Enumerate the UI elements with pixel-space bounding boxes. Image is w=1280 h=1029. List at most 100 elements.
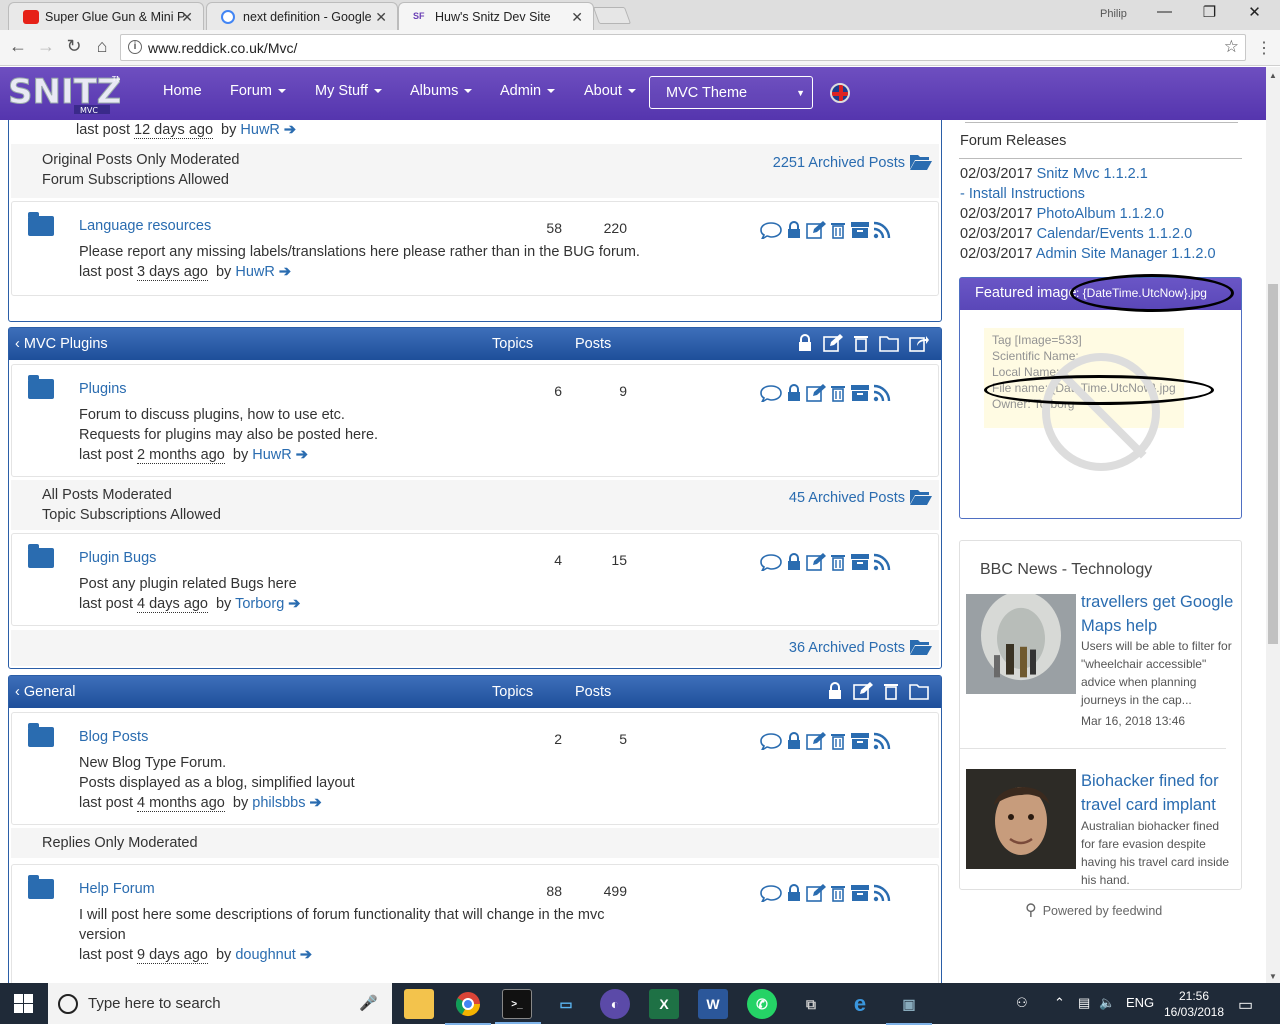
lock-icon[interactable] bbox=[797, 334, 813, 356]
lock-icon[interactable] bbox=[786, 732, 802, 750]
edit-icon[interactable] bbox=[805, 732, 826, 750]
forum-name[interactable]: Language resources bbox=[79, 218, 211, 234]
archive-icon[interactable] bbox=[850, 384, 870, 402]
edit-icon[interactable] bbox=[805, 553, 826, 571]
powered-by[interactable]: ⚲ Powered by feedwind bbox=[1025, 900, 1162, 920]
edit-icon[interactable] bbox=[805, 384, 826, 402]
edit-icon[interactable] bbox=[853, 682, 873, 704]
lock-icon[interactable] bbox=[827, 682, 843, 704]
archive-icon[interactable] bbox=[850, 221, 870, 239]
tab-snitz[interactable]: SF Huw's Snitz Dev Site ✕ bbox=[398, 2, 594, 31]
news-thumbnail[interactable] bbox=[966, 594, 1076, 694]
arrow-right-icon[interactable]: ➔ bbox=[284, 122, 296, 138]
reload-icon[interactable]: ↻ bbox=[62, 36, 86, 57]
lock-icon[interactable] bbox=[786, 384, 802, 402]
news-thumbnail[interactable] bbox=[966, 769, 1076, 869]
edit-icon[interactable] bbox=[823, 334, 843, 356]
nav-forum[interactable]: Forum bbox=[230, 83, 286, 99]
news-headline[interactable]: Biohacker fined for travel card implant bbox=[1081, 769, 1236, 817]
archive-icon[interactable] bbox=[850, 884, 870, 902]
uk-flag-icon[interactable] bbox=[830, 83, 850, 103]
forum-name[interactable]: Plugins bbox=[79, 381, 127, 397]
release-link[interactable]: Admin Site Manager 1.1.2.0 bbox=[1036, 246, 1216, 262]
trash-icon[interactable] bbox=[830, 384, 846, 402]
taskbar-search[interactable]: Type here to search 🎤 bbox=[48, 983, 392, 1024]
comment-icon[interactable] bbox=[760, 384, 782, 405]
release-link[interactable]: Snitz Mvc 1.1.2.1 bbox=[1037, 166, 1148, 182]
lock-icon[interactable] bbox=[786, 884, 802, 902]
windows-start-icon[interactable] bbox=[14, 994, 33, 1013]
minimize-icon[interactable]: — bbox=[1142, 3, 1187, 27]
rss-icon[interactable] bbox=[873, 884, 891, 902]
trash-icon[interactable] bbox=[853, 334, 869, 356]
archived-posts-link[interactable]: 36 Archived Posts bbox=[789, 640, 905, 656]
forum-name[interactable]: Blog Posts bbox=[79, 729, 148, 745]
remote-desktop-icon[interactable]: ▭ bbox=[551, 989, 581, 1019]
release-link[interactable]: PhotoAlbum 1.1.2.0 bbox=[1037, 206, 1164, 222]
trash-icon[interactable] bbox=[830, 884, 846, 902]
snitz-logo[interactable]: SNITZ MVC TM bbox=[8, 71, 123, 116]
scroll-up-icon[interactable]: ▲ bbox=[1269, 71, 1277, 80]
close-tab-icon[interactable]: ✕ bbox=[181, 9, 193, 26]
rss-icon[interactable] bbox=[873, 553, 891, 571]
lock-icon[interactable] bbox=[786, 553, 802, 571]
category-title[interactable]: ‹ MVC Plugins bbox=[15, 336, 108, 352]
remote-app-icon[interactable]: ▣ bbox=[886, 989, 932, 1025]
internet-explorer-icon[interactable]: e bbox=[845, 989, 875, 1019]
nav-albums[interactable]: Albums bbox=[410, 83, 473, 99]
folder-icon[interactable] bbox=[909, 682, 929, 704]
rss-icon[interactable] bbox=[873, 732, 891, 750]
home-icon[interactable]: ⌂ bbox=[90, 36, 114, 57]
author-link[interactable]: HuwR bbox=[235, 264, 274, 280]
arrow-right-icon[interactable]: ➔ bbox=[300, 947, 312, 963]
people-icon[interactable]: ⚇ bbox=[1016, 995, 1028, 1011]
archive-icon[interactable] bbox=[850, 553, 870, 571]
clock[interactable]: 21:56 16/03/2018 bbox=[1160, 988, 1228, 1020]
arrow-right-icon[interactable]: ➔ bbox=[309, 795, 321, 811]
back-icon[interactable]: ← bbox=[6, 36, 30, 57]
arrow-right-icon[interactable]: ➔ bbox=[288, 596, 300, 612]
trash-icon[interactable] bbox=[830, 553, 846, 571]
close-tab-icon[interactable]: ✕ bbox=[375, 9, 387, 26]
forward-icon[interactable]: → bbox=[34, 36, 58, 57]
excel-icon[interactable]: X bbox=[649, 989, 679, 1019]
release-link[interactable]: - Install Instructions bbox=[960, 186, 1085, 202]
profile-name[interactable]: Philip bbox=[1100, 8, 1127, 20]
app-icon[interactable]: ◐ bbox=[600, 989, 630, 1019]
whatsapp-icon[interactable]: ✆ bbox=[747, 989, 777, 1019]
news-headline[interactable]: travellers get Google Maps help bbox=[1081, 590, 1236, 638]
archived-posts-link[interactable]: 2251 Archived Posts bbox=[773, 155, 905, 171]
tray-chevron-icon[interactable]: ⌃ bbox=[1054, 995, 1065, 1011]
lock-icon[interactable] bbox=[786, 221, 802, 239]
rss-icon[interactable] bbox=[873, 384, 891, 402]
edit-icon[interactable] bbox=[805, 884, 826, 902]
arrow-right-icon[interactable]: ➔ bbox=[279, 264, 291, 280]
folder-open-icon[interactable] bbox=[909, 151, 933, 171]
bookmark-star-icon[interactable]: ☆ bbox=[1224, 37, 1239, 57]
notifications-icon[interactable]: ▭ bbox=[1238, 995, 1253, 1015]
url-text[interactable]: www.reddick.co.uk/Mvc/ bbox=[148, 40, 297, 56]
share-icon[interactable] bbox=[909, 334, 929, 356]
page-scrollbar[interactable]: ▲ ▼ bbox=[1266, 67, 1280, 983]
archived-posts-link[interactable]: 45 Archived Posts bbox=[789, 490, 905, 506]
author-link[interactable]: philsbbs bbox=[252, 795, 305, 811]
terminal-icon[interactable]: >_ bbox=[495, 989, 541, 1024]
browser-menu-icon[interactable]: ⋮ bbox=[1256, 38, 1272, 58]
rss-icon[interactable] bbox=[873, 221, 891, 239]
arrow-right-icon[interactable]: ➔ bbox=[296, 447, 308, 463]
nav-my-stuff[interactable]: My Stuff bbox=[315, 83, 382, 99]
comment-icon[interactable] bbox=[760, 732, 782, 753]
close-window-icon[interactable]: ✕ bbox=[1232, 3, 1277, 27]
author-link[interactable]: HuwR bbox=[252, 447, 291, 463]
folder-open-icon[interactable] bbox=[909, 636, 933, 656]
network-icon[interactable]: ▤ bbox=[1078, 995, 1090, 1011]
scrollbar-thumb[interactable] bbox=[1268, 284, 1278, 644]
trash-icon[interactable] bbox=[883, 682, 899, 704]
network-app-icon[interactable]: ⧉ bbox=[796, 989, 826, 1019]
nav-admin[interactable]: Admin bbox=[500, 83, 556, 99]
release-link[interactable]: Calendar/Events 1.1.2.0 bbox=[1037, 226, 1193, 242]
theme-select[interactable]: MVC Theme ▼ bbox=[649, 76, 813, 109]
folder-open-icon[interactable] bbox=[909, 486, 933, 506]
word-icon[interactable]: W bbox=[698, 989, 728, 1019]
tab-youtube[interactable]: Super Glue Gun & Mini P ✕ bbox=[8, 2, 204, 30]
